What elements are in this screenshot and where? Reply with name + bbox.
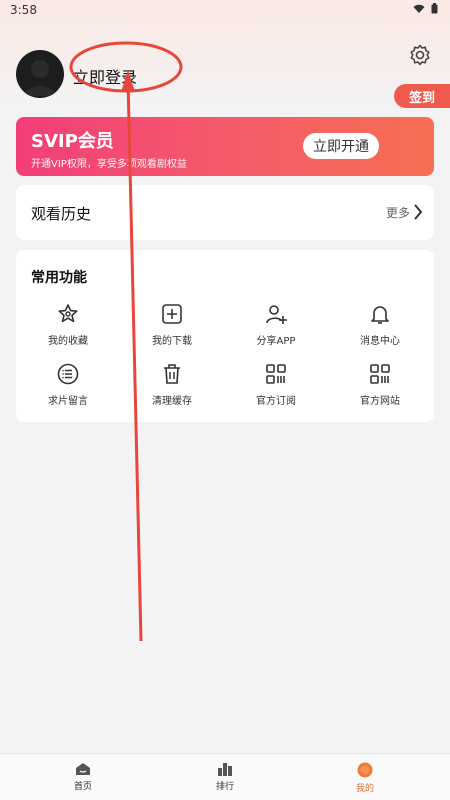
common-functions-panel: 常用功能 我的收藏 我的下载 分享APP 消息中心 求片留言 清理缓存 官方订阅… xyxy=(16,250,434,422)
tab-home[interactable]: 首页 xyxy=(53,762,113,792)
watch-history-more[interactable]: 更多 xyxy=(386,204,410,221)
func-favorites[interactable]: 我的收藏 xyxy=(16,302,120,352)
qr-icon xyxy=(266,364,286,384)
status-bar: 3:58 xyxy=(0,0,450,20)
avatar[interactable] xyxy=(16,50,64,98)
avatar-silhouette-icon xyxy=(24,60,56,96)
func-share-app[interactable]: 分享APP xyxy=(224,302,328,352)
svip-title: SVIP会员 xyxy=(31,131,114,152)
func-request-film[interactable]: 求片留言 xyxy=(16,362,120,412)
wifi-icon xyxy=(413,4,425,13)
func-official-website[interactable]: 官方网站 xyxy=(328,362,432,412)
sign-in-button[interactable]: 签到 xyxy=(394,84,450,108)
tab-ranking[interactable]: 排行 xyxy=(195,762,255,792)
tab-mine[interactable]: 我的 xyxy=(335,762,395,794)
func-official-subscription[interactable]: 官方订阅 xyxy=(224,362,328,412)
trash-icon xyxy=(164,364,180,384)
func-favorites-label: 我的收藏 xyxy=(48,336,88,347)
rank-icon xyxy=(218,763,232,776)
watch-history-title: 观看历史 xyxy=(31,205,92,223)
home-icon xyxy=(76,763,90,775)
bottom-tab-bar: 首页 排行 我的 xyxy=(0,753,450,800)
tab-mine-label: 我的 xyxy=(355,784,374,794)
list-icon xyxy=(57,363,79,385)
download-icon xyxy=(162,304,182,324)
func-official-subscription-label: 官方订阅 xyxy=(256,396,296,407)
watch-history-row[interactable]: 观看历史 更多 xyxy=(16,185,434,240)
func-downloads-label: 我的下载 xyxy=(152,336,192,347)
tab-ranking-label: 排行 xyxy=(215,782,234,792)
func-clear-cache[interactable]: 清理缓存 xyxy=(120,362,224,412)
svip-description: 开通VIP权限，享受多项观看剧权益 xyxy=(31,159,187,170)
settings-button[interactable] xyxy=(408,43,432,67)
gear-icon xyxy=(410,44,430,66)
login-link[interactable]: 立即登录 xyxy=(73,64,137,88)
profile-icon xyxy=(357,762,373,778)
common-functions-title: 常用功能 xyxy=(31,270,87,286)
func-request-film-label: 求片留言 xyxy=(48,396,88,407)
func-official-website-label: 官方网站 xyxy=(360,396,400,407)
func-clear-cache-label: 清理缓存 xyxy=(152,396,192,407)
tab-home-label: 首页 xyxy=(73,782,92,792)
svip-open-button[interactable]: 立即开通 xyxy=(303,133,379,159)
svip-banner[interactable]: SVIP会员 开通VIP权限，享受多项观看剧权益 立即开通 xyxy=(16,117,434,176)
status-icons xyxy=(413,3,438,14)
func-messages-label: 消息中心 xyxy=(360,336,400,347)
battery-icon xyxy=(431,3,438,14)
func-messages[interactable]: 消息中心 xyxy=(328,302,432,352)
status-time: 3:58 xyxy=(10,3,37,17)
bell-icon xyxy=(371,306,389,324)
chevron-right-icon xyxy=(414,204,423,220)
func-share-app-label: 分享APP xyxy=(256,336,296,347)
share-user-icon xyxy=(266,305,287,324)
func-downloads[interactable]: 我的下载 xyxy=(120,302,224,352)
qr-icon xyxy=(370,364,390,384)
star-icon xyxy=(58,304,78,323)
